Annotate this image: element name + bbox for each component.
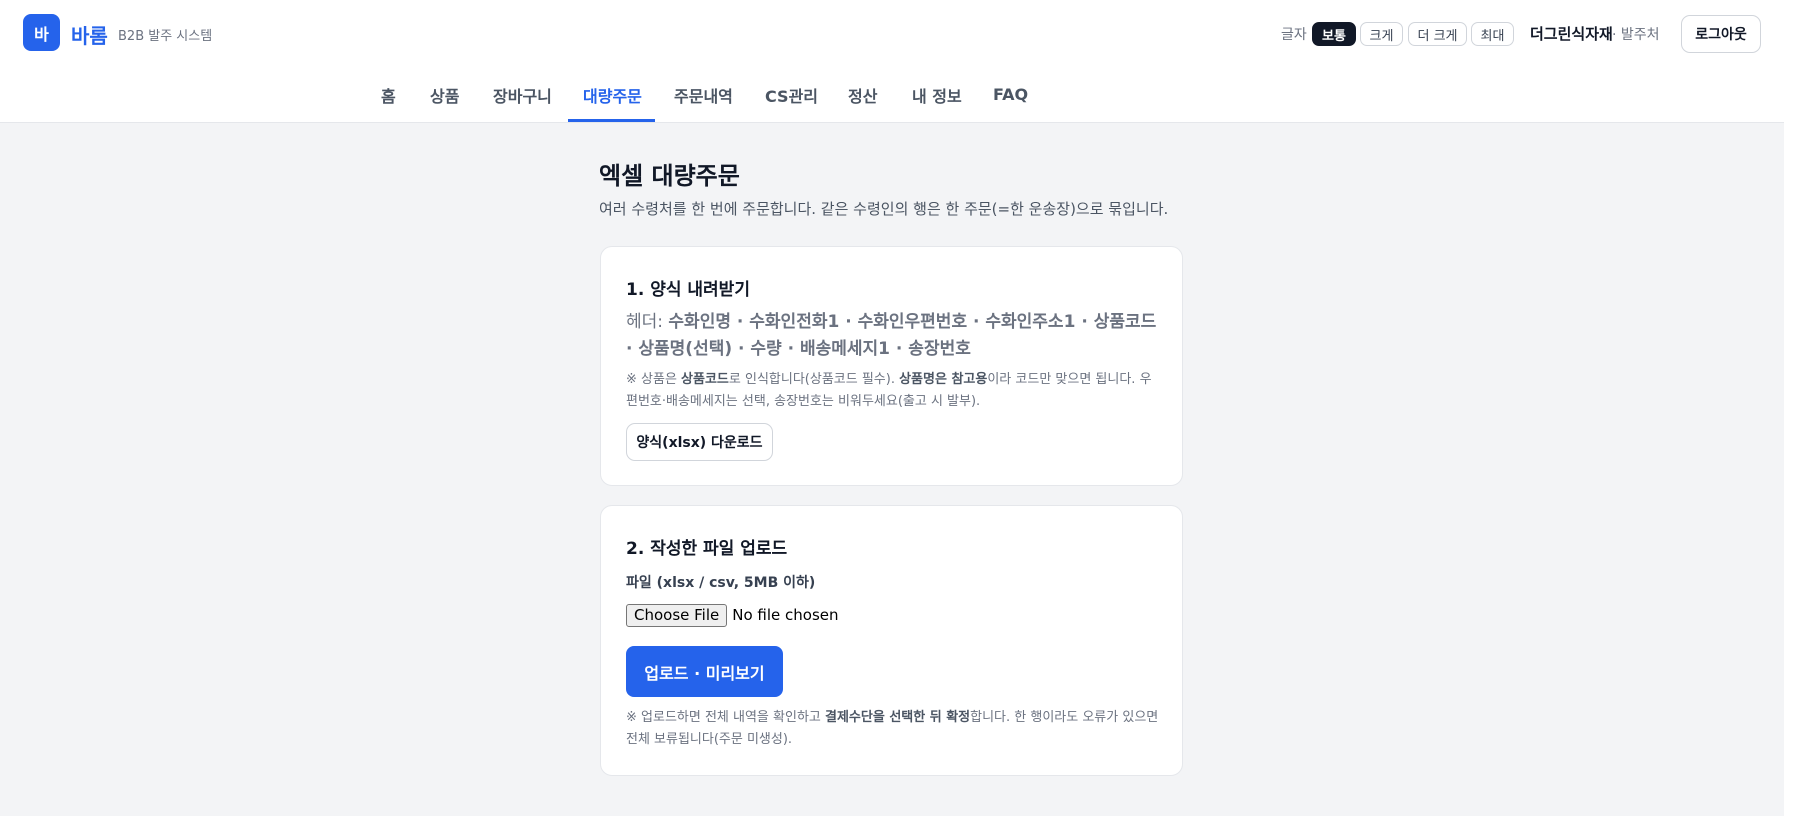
nav-home[interactable]: 홈	[381, 67, 396, 122]
note-text: ※ 상품은	[626, 372, 682, 387]
note-emphasis: 상품코드	[681, 372, 729, 387]
file-field-label: 파일 (xlsx / csv, 5MB 이하)	[626, 575, 816, 591]
page-subtitle: 여러 수령처를 한 번에 주문합니다. 같은 수령인의 행은 한 주문(=한 운…	[599, 200, 1169, 218]
nav-faq[interactable]: FAQ	[993, 67, 1028, 122]
step2-title: 2. 작성한 파일 업로드	[626, 539, 788, 559]
note-emphasis: 결제수단을 선택한 뒤 확정	[825, 710, 971, 725]
nav-order-history[interactable]: 주문내역	[674, 67, 733, 122]
upload-preview-button[interactable]: 업로드 · 미리보기	[626, 646, 783, 697]
nav-bulk-order[interactable]: 대량주문	[583, 67, 642, 122]
nav-active-indicator	[568, 119, 655, 122]
nav-cart[interactable]: 장바구니	[493, 67, 552, 122]
page-title: 엑셀 대량주문	[599, 162, 740, 190]
font-size-normal-button[interactable]: 보통	[1312, 22, 1356, 46]
step2-note: ※ 업로드하면 전체 내역을 확인하고 결제수단을 선택한 뒤 확정합니다. 한…	[626, 707, 1161, 751]
nav-my-info[interactable]: 내 정보	[912, 67, 962, 122]
file-input[interactable]: Choose File No file chosen	[626, 603, 839, 627]
choose-file-button[interactable]: Choose File	[626, 603, 728, 627]
top-bar: 바 바롬 B2B 발주 시스템 글자 보통 크게 더 크게 최대 더그린식자재 …	[0, 0, 1784, 68]
template-download-card: 1. 양식 내려받기 헤더: 수화인명 · 수화인전화1 · 수화인우편번호 ·…	[600, 246, 1183, 486]
nav-products[interactable]: 상품	[430, 67, 459, 122]
main-nav: 홈 상품 장바구니 대량주문 주문내역 CS관리 정산 내 정보 FAQ	[0, 67, 1784, 123]
note-text: ※ 업로드하면 전체 내역을 확인하고	[626, 710, 825, 725]
step1-title: 1. 양식 내려받기	[626, 280, 750, 300]
font-size-larger-button[interactable]: 더 크게	[1408, 22, 1467, 46]
brand-subtitle: B2B 발주 시스템	[118, 29, 213, 44]
note-emphasis: 상품명은 참고용	[899, 372, 988, 387]
nav-settlement[interactable]: 정산	[848, 67, 877, 122]
step1-note: ※ 상품은 상품코드로 인식합니다(상품코드 필수). 상품명은 참고용이라 코…	[626, 369, 1161, 413]
brand-name[interactable]: 바롬	[71, 20, 108, 49]
logo-icon[interactable]: 바	[23, 14, 60, 51]
font-size-large-button[interactable]: 크게	[1360, 22, 1403, 46]
file-status: No file chosen	[732, 606, 839, 624]
header-fields: 헤더: 수화인명 · 수화인전화1 · 수화인우편번호 · 수화인주소1 · 상…	[626, 309, 1161, 363]
user-role: · 발주처	[1612, 27, 1660, 43]
template-download-button[interactable]: 양식(xlsx) 다운로드	[626, 423, 773, 461]
font-size-max-button[interactable]: 최대	[1471, 22, 1514, 46]
note-text: 로 인식합니다(상품코드 필수).	[728, 372, 900, 387]
logout-button[interactable]: 로그아웃	[1681, 15, 1761, 53]
font-size-label: 글자	[1281, 27, 1307, 43]
header-fields-prefix: 헤더:	[626, 312, 669, 332]
file-upload-card: 2. 작성한 파일 업로드 파일 (xlsx / csv, 5MB 이하) Ch…	[600, 505, 1183, 776]
nav-cs[interactable]: CS관리	[765, 67, 818, 122]
page-gutter	[1784, 0, 1800, 816]
header-fields-list: 수화인명 · 수화인전화1 · 수화인우편번호 · 수화인주소1 · 상품코드 …	[626, 312, 1157, 359]
company-name: 더그린식자재	[1530, 25, 1613, 43]
